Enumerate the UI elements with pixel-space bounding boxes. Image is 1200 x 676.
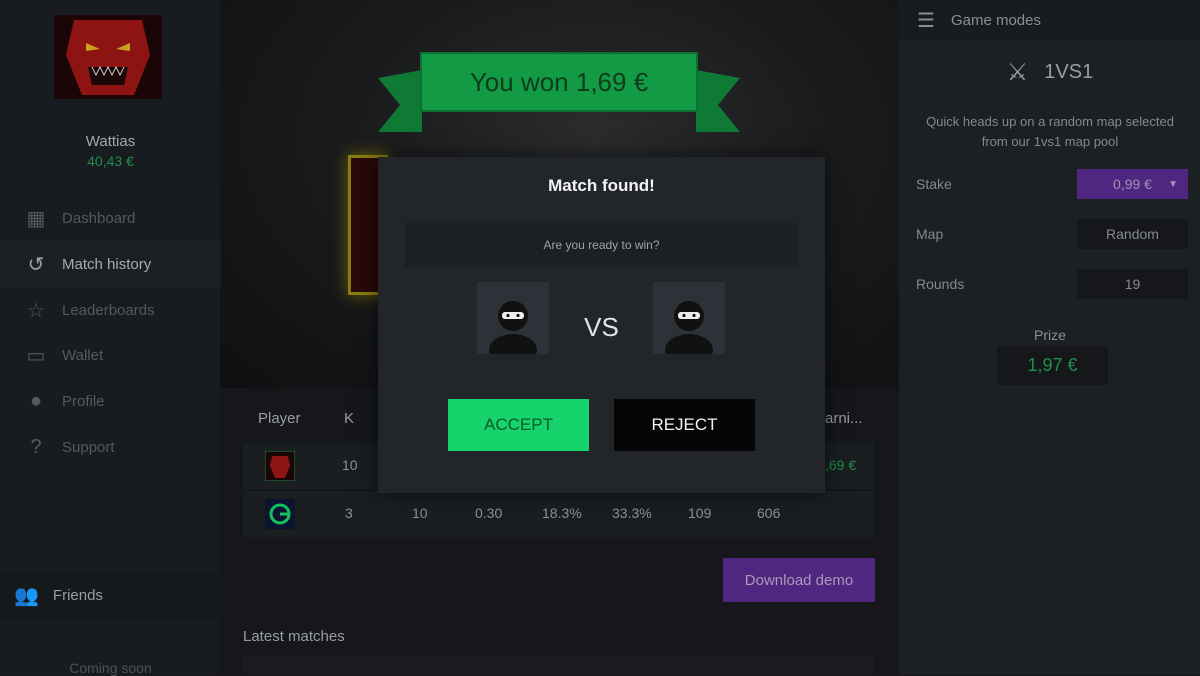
download-demo-button[interactable]: Download demo (723, 558, 875, 602)
cell: 606 (757, 505, 781, 521)
sidebar-item-match-history[interactable]: ↺ Match history (0, 241, 221, 287)
sidebar-item-label: Leaderboards (62, 301, 155, 319)
cell: 109 (688, 505, 712, 521)
header-earnings: arni... (825, 410, 863, 427)
prize-label: Prize (1034, 327, 1066, 343)
question-bubble-icon: ? (30, 435, 42, 458)
win-banner-text: You won 1,69 € (420, 52, 698, 112)
reject-button[interactable]: REJECT (614, 399, 755, 451)
cell: 18.3% (542, 505, 582, 521)
stake-label: Stake (916, 176, 952, 192)
friends-section[interactable]: 👥 Friends (0, 571, 221, 619)
friends-label: Friends (52, 586, 103, 604)
star-icon: ☆ (27, 299, 45, 322)
map-field[interactable]: Random (1077, 219, 1188, 249)
sidebar-item-label: Profile (62, 392, 105, 410)
mode-title: ⚔ 1VS1 (899, 58, 1200, 87)
sidebar-item-profile[interactable]: ● Profile (0, 378, 221, 424)
sidebar-item-support[interactable]: ? Support (0, 424, 221, 470)
sidebar-item-label: Match history (62, 255, 152, 273)
latest-matches-table (243, 656, 874, 675)
map-label: Map (916, 226, 944, 242)
modal-question: Are you ready to win? (405, 223, 798, 267)
sidebar-item-leaderboards[interactable]: ☆ Leaderboards (0, 287, 221, 333)
sidebar-item-label: Dashboard (62, 209, 136, 227)
match-found-modal: Match found! Are you ready to win? VS AC… (378, 157, 825, 493)
player-2-avatar (653, 282, 725, 354)
wallet-icon: ▭ (26, 344, 46, 367)
grid-icon: ▦ (26, 207, 46, 230)
cell: 0.30 (475, 505, 503, 521)
caret-down-icon: ▼ (1168, 178, 1178, 190)
cell: 33.3% (612, 505, 652, 521)
crossed-swords-icon: ⚔ (1006, 59, 1029, 86)
friends-icon: 👥 (14, 584, 39, 607)
modal-title: Match found! (548, 176, 655, 195)
table-row: 3 10 0.30 18.3% 33.3% 109 606 (243, 491, 874, 537)
ninja-icon: ● (29, 389, 43, 412)
cell-k: 10 (342, 457, 358, 473)
header-player: Player (258, 410, 301, 427)
mode-description: Quick heads up on a random map selected … (926, 114, 1174, 149)
prize-value: 1,97 € (997, 346, 1108, 385)
cell: 10 (412, 505, 428, 521)
sidebar: Wattias 40,43 € ▦ Dashboard ↺ Match histor… (0, 0, 221, 676)
rounds-field[interactable]: 19 (1077, 269, 1188, 299)
user-balance: 40,43 € (87, 153, 134, 169)
accept-button[interactable]: ACCEPT (448, 399, 589, 451)
win-banner: You won 1,69 € (378, 50, 740, 134)
mode-name: 1VS1 (1044, 61, 1094, 83)
player-avatar (265, 451, 295, 481)
sliders-icon: ☰ (917, 9, 935, 32)
history-icon: ↺ (27, 253, 45, 276)
sidebar-item-wallet[interactable]: ▭ Wallet (0, 332, 221, 378)
stake-value: 0,99 € (1113, 176, 1152, 192)
game-modes-header: ☰ Game modes (899, 0, 1200, 40)
latest-matches-heading: Latest matches (243, 628, 345, 645)
game-modes-panel: ☰ Game modes ⚔ 1VS1 Quick heads up on a ra… (898, 0, 1200, 675)
username: Wattias (85, 133, 136, 150)
sidebar-item-dashboard[interactable]: ▦ Dashboard (0, 195, 221, 241)
player-avatar (265, 499, 295, 529)
vs-label: VS (584, 312, 619, 342)
cell-k: 3 (345, 505, 353, 521)
sidebar-item-label: Support (62, 438, 115, 456)
stake-select[interactable]: 0,99 € ▼ (1077, 169, 1188, 199)
sidebar-item-label: Wallet (62, 346, 104, 364)
coming-soon-text: Coming soon (69, 660, 152, 676)
game-modes-title: Game modes (950, 11, 1041, 29)
header-k: K (344, 410, 355, 427)
cell-earnings: ,69 € (825, 457, 857, 473)
user-avatar[interactable] (54, 15, 162, 99)
rounds-label: Rounds (916, 276, 965, 292)
